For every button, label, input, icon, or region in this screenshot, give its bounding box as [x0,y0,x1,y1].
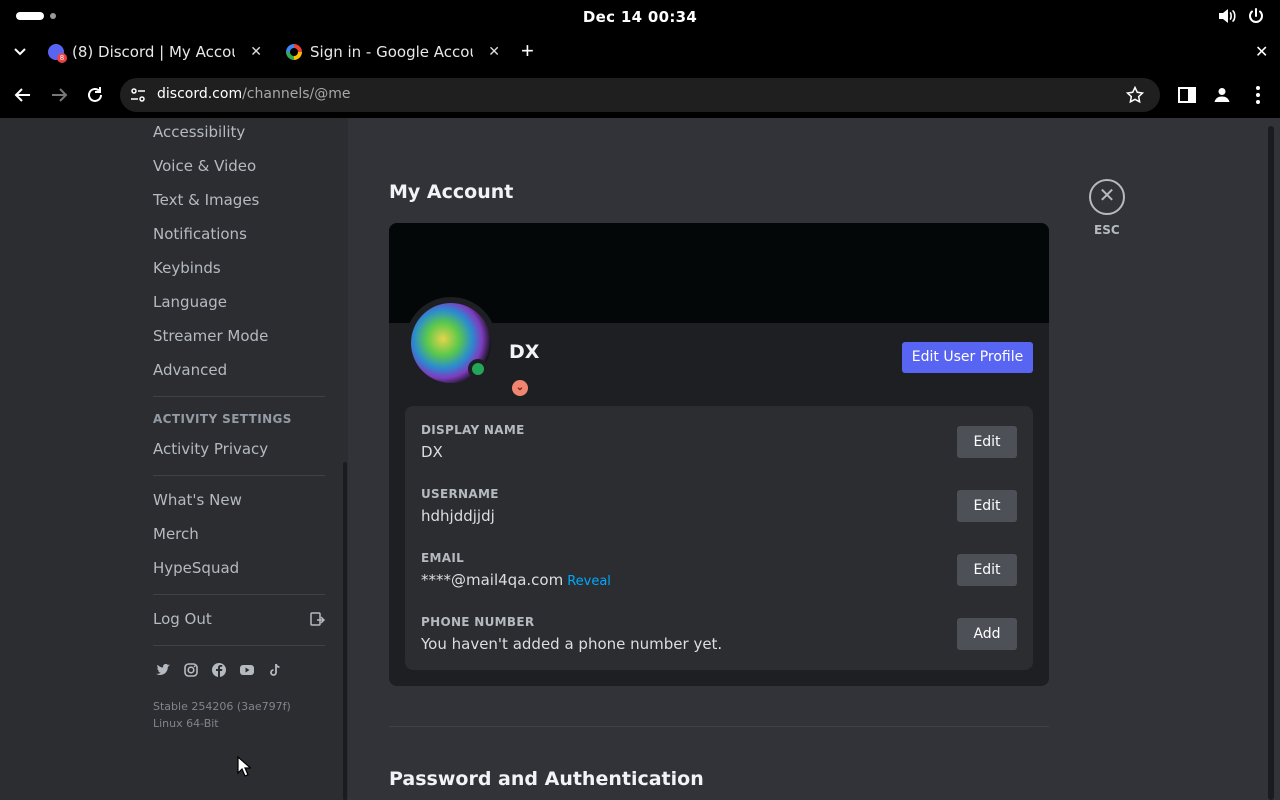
discord-settings: Accessibility Voice & Video Text & Image… [0,118,1280,800]
sidebar-item-streamer-mode[interactable]: Streamer Mode [153,327,268,345]
notification-badge: 8 [57,53,67,63]
sidebar-divider [153,645,325,646]
logout-label: Log Out [153,610,212,628]
phone-number-value: You haven't added a phone number yet. [421,635,723,653]
tab-google-signin[interactable]: Sign in - Google Account ✕ [286,38,500,66]
account-fields: DISPLAY NAME DX Edit USERNAME hdhjddjjdj… [405,406,1033,670]
sidebar-item-hypesquad[interactable]: HypeSquad [153,559,239,577]
system-clock[interactable]: Dec 14 00:34 [0,8,1280,26]
instagram-icon[interactable] [183,662,199,678]
address-bar[interactable]: discord.com/channels/@me [120,78,1160,112]
volume-icon[interactable] [1218,8,1236,24]
password-auth-heading: Password and Authentication [389,768,704,790]
close-window-icon[interactable]: ✕ [1255,42,1268,62]
logout-icon [310,612,325,626]
add-phone-button[interactable]: Add [957,618,1017,650]
online-status-icon [468,359,488,379]
sidebar-item-notifications[interactable]: Notifications [153,225,247,243]
tab-search-chevron-icon[interactable] [14,48,26,56]
profile-display-name: DX [509,341,540,363]
tab-title: (8) Discord | My Account [72,43,235,61]
bookmark-star-icon[interactable] [1126,86,1144,104]
sidebar-item-accessibility[interactable]: Accessibility [153,123,245,141]
tab-discord[interactable]: 8 (8) Discord | My Account ✕ [48,38,262,66]
edit-user-profile-button[interactable]: Edit User Profile [902,342,1033,373]
profile-icon[interactable] [1211,84,1233,106]
profile-banner [389,223,1049,323]
sidebar-item-whats-new[interactable]: What's New [153,491,242,509]
display-name-label: DISPLAY NAME [421,423,525,437]
settings-sidebar: Accessibility Voice & Video Text & Image… [0,118,348,800]
tiktok-icon[interactable] [267,662,283,678]
power-icon[interactable] [1247,8,1265,24]
esc-label: ESC [1094,223,1120,237]
new-tab-button[interactable]: + [521,38,534,64]
platform-info: Linux 64-Bit [153,717,219,730]
email-value: ****@mail4qa.com [421,571,564,589]
close-tab-icon[interactable]: ✕ [250,44,262,60]
close-icon: ✕ [1098,185,1116,207]
close-tab-icon[interactable]: ✕ [488,44,500,60]
sidebar-item-merch[interactable]: Merch [153,525,199,543]
username-label: USERNAME [421,487,499,501]
browser-toolbar: discord.com/channels/@me [0,72,1280,118]
twitter-icon[interactable] [155,662,171,678]
discord-icon: 8 [48,44,67,63]
phone-number-label: PHONE NUMBER [421,615,535,629]
main-scrollbar[interactable] [1268,126,1274,800]
email-row: ****@mail4qa.com Reveal [421,571,611,589]
sidebar-divider [153,594,325,595]
sidebar-divider [153,396,325,397]
sidebar-item-language[interactable]: Language [153,293,227,311]
url-host: discord.com [157,86,243,102]
back-icon[interactable] [12,84,34,106]
build-version: Stable 254206 (3ae797f) [153,700,291,713]
section-divider [389,726,1049,727]
sidebar-item-advanced[interactable]: Advanced [153,361,227,379]
side-panel-icon[interactable] [1176,84,1198,106]
site-settings-icon[interactable] [130,87,146,103]
tab-title: Sign in - Google Account [310,43,473,61]
sidebar-item-text-images[interactable]: Text & Images [153,191,259,209]
sidebar-item-voice-video[interactable]: Voice & Video [153,157,256,175]
account-card: DX ⌄ Edit User Profile DISPLAY NAME DX E… [389,223,1049,686]
google-icon [286,44,302,60]
logout-button[interactable]: Log Out [153,610,325,628]
username-value: hdhjddjjdj [421,507,495,525]
edit-email-button[interactable]: Edit [957,554,1017,586]
reveal-email-link[interactable]: Reveal [567,574,611,589]
forward-icon[interactable] [48,84,70,106]
close-settings-button[interactable]: ✕ [1089,179,1125,215]
badge-chevron-icon[interactable]: ⌄ [512,380,528,396]
sidebar-divider [153,475,325,476]
browser-tab-strip: 8 (8) Discord | My Account ✕ Sign in - G… [0,32,1280,72]
avatar-wrapper[interactable] [405,297,497,389]
edit-username-button[interactable]: Edit [957,490,1017,522]
activity-settings-header: ACTIVITY SETTINGS [153,412,292,426]
email-label: EMAIL [421,551,465,565]
youtube-icon[interactable] [239,662,255,678]
url-path: /channels/@me [242,86,351,102]
sidebar-item-keybinds[interactable]: Keybinds [153,259,221,277]
mouse-cursor-icon [237,756,251,777]
url-text[interactable]: discord.com/channels/@me [157,86,350,102]
edit-display-name-button[interactable]: Edit [957,426,1017,458]
page-title: My Account [389,181,514,203]
facebook-icon[interactable] [211,662,227,678]
reload-icon[interactable] [84,84,106,106]
sidebar-scrollbar[interactable] [343,462,347,800]
sidebar-item-activity-privacy[interactable]: Activity Privacy [153,440,268,458]
kebab-menu-icon[interactable] [1247,84,1269,106]
display-name-value: DX [421,443,443,461]
os-top-bar: Dec 14 00:34 [0,0,1280,32]
